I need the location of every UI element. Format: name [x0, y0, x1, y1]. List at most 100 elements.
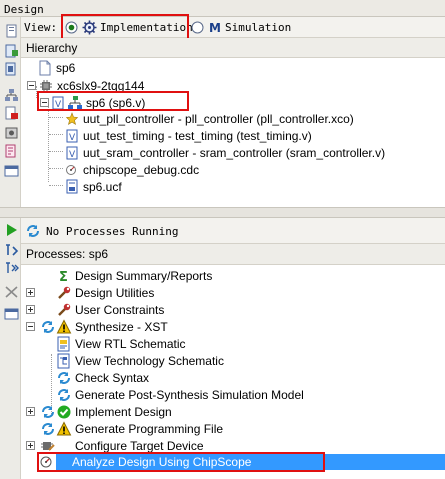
process-label: User Constraints: [75, 302, 165, 317]
processes-header: Processes: sp6: [21, 244, 445, 265]
tools-icon: [56, 302, 72, 318]
process-generate-programming-file[interactable]: Generate Programming File: [40, 420, 223, 437]
simulation-label: Simulation: [225, 21, 292, 34]
tree-item-ucf-file[interactable]: sp6.ucf: [64, 178, 122, 195]
device-label: xc6slx9-2tqg144: [57, 78, 145, 93]
new-source-icon[interactable]: [3, 23, 18, 38]
schematic-icon: [56, 336, 72, 352]
process-label: View Technology Schematic: [75, 353, 224, 368]
radio-unselected-icon: [191, 21, 204, 34]
process-design-summary[interactable]: Σ Design Summary/Reports: [56, 267, 212, 284]
process-label: Configure Target Device: [75, 438, 204, 453]
process-implement-design[interactable]: Implement Design: [26, 403, 172, 420]
stop-icon[interactable]: [3, 284, 18, 298]
process-label: Implement Design: [75, 404, 172, 419]
device-icon: [40, 438, 56, 454]
tools-icon: [56, 285, 72, 301]
process-label: View RTL Schematic: [75, 336, 186, 351]
process-design-utilities[interactable]: Design Utilities: [26, 284, 154, 301]
process-user-constraints[interactable]: User Constraints: [26, 301, 164, 318]
tree-item-pll-controller[interactable]: uut_pll_controller - pll_controller (pll…: [64, 110, 354, 127]
chipscope-file-icon: [64, 162, 80, 178]
check-icon: [56, 404, 72, 420]
collapse-toggle-icon[interactable]: [40, 98, 49, 107]
collapse-toggle-icon[interactable]: [26, 322, 35, 331]
status-text: No Processes Running: [46, 225, 179, 238]
child-label: uut_test_timing - test_timing (test_timi…: [83, 128, 312, 143]
view-selector-bar: View: Implementation M Simulation: [21, 17, 445, 38]
panel-toggle-icon[interactable]: [3, 163, 19, 177]
project-file-icon: [37, 60, 53, 76]
chipscope-icon: [38, 454, 54, 470]
refresh-icon: [27, 225, 39, 237]
properties-icon[interactable]: [3, 125, 18, 139]
hierarchy-title: Hierarchy: [26, 41, 78, 55]
hierarchy-header: Hierarchy: [21, 38, 445, 58]
process-analyze-chipscope[interactable]: Analyze Design Using ChipScope: [38, 453, 445, 470]
hierarchy-tree: sp6 xc6slx9-2tqg144 V sp6 (sp6.v) uut_pl…: [21, 58, 445, 208]
refresh-icon: [40, 319, 56, 335]
tree-connector: [49, 134, 63, 135]
tree-item-top-module[interactable]: V sp6 (sp6.v): [40, 94, 145, 111]
implementation-gear-icon: [82, 20, 97, 35]
process-label: Design Summary/Reports: [75, 268, 213, 283]
radio-selected-icon: [65, 21, 78, 34]
simulation-radio[interactable]: M Simulation: [191, 20, 291, 35]
process-check-syntax[interactable]: Check Syntax: [56, 369, 149, 386]
processes-toolbar: [0, 218, 21, 479]
process-configure-target-device[interactable]: Configure Target Device: [26, 437, 204, 454]
process-synthesize-xst[interactable]: Synthesize - XST: [26, 318, 168, 335]
refresh-icon: [56, 387, 72, 403]
process-label: Synthesize - XST: [75, 319, 168, 334]
schematic-icon: [56, 353, 72, 369]
process-view-technology-schematic[interactable]: View Technology Schematic: [56, 352, 224, 369]
child-label: uut_sram_controller - sram_controller (s…: [83, 145, 386, 160]
open-file-icon[interactable]: [3, 143, 18, 158]
rerun-icon[interactable]: [3, 242, 19, 256]
project-label: sp6: [56, 60, 76, 75]
tree-connector: [48, 104, 49, 182]
processes-title: Processes: sp6: [26, 247, 109, 261]
add-source-icon[interactable]: [3, 43, 18, 58]
tree-item-cdc-file[interactable]: chipscope_debug.cdc: [64, 161, 199, 178]
tree-item-device[interactable]: xc6slx9-2tqg144: [27, 77, 144, 94]
add-copy-source-icon[interactable]: [3, 61, 18, 76]
hierarchy-toolbar: [0, 17, 21, 207]
tree-connector: [49, 151, 63, 152]
tree-connector: [49, 168, 63, 169]
tree-item-project[interactable]: sp6: [37, 59, 75, 76]
tree-connector: [49, 185, 63, 186]
refresh-icon: [40, 404, 56, 420]
run-icon[interactable]: [3, 222, 18, 236]
hierarchy-view-icon[interactable]: [3, 87, 18, 101]
rerun-all-icon[interactable]: [3, 260, 19, 274]
refresh-icon: [40, 421, 56, 437]
remove-source-icon[interactable]: [3, 105, 18, 120]
svg-text:V: V: [55, 100, 62, 110]
process-generate-post-synthesis-model[interactable]: Generate Post-Synthesis Simulation Model: [56, 386, 304, 403]
tree-connector: [49, 117, 63, 118]
view-label: View:: [24, 21, 58, 34]
process-status-bar: No Processes Running: [21, 218, 445, 244]
expand-toggle-icon[interactable]: [26, 407, 35, 416]
implementation-radio[interactable]: Implementation: [65, 20, 193, 35]
process-label: Check Syntax: [75, 370, 150, 385]
process-label: Generate Post-Synthesis Simulation Model: [75, 387, 304, 402]
warning-icon: [56, 318, 72, 335]
expand-toggle-icon[interactable]: [26, 441, 35, 450]
child-label: sp6.ucf: [83, 179, 122, 194]
tree-item-sram-controller[interactable]: V uut_sram_controller - sram_controller …: [64, 144, 385, 161]
expand-toggle-icon[interactable]: [26, 305, 35, 314]
panel-toggle-icon[interactable]: [3, 306, 19, 320]
process-label: Design Utilities: [75, 285, 155, 300]
implementation-label: Implementation: [100, 21, 193, 34]
svg-text:M: M: [209, 21, 221, 34]
collapse-toggle-icon[interactable]: [27, 81, 36, 90]
svg-text:Σ: Σ: [59, 270, 68, 284]
panel-splitter[interactable]: [0, 207, 445, 218]
verilog-file-icon: V: [64, 145, 80, 161]
expand-toggle-icon[interactable]: [26, 288, 35, 297]
sigma-icon: Σ: [56, 268, 72, 284]
process-view-rtl-schematic[interactable]: View RTL Schematic: [56, 335, 186, 352]
tree-item-test-timing[interactable]: V uut_test_timing - test_timing (test_ti…: [64, 127, 312, 144]
